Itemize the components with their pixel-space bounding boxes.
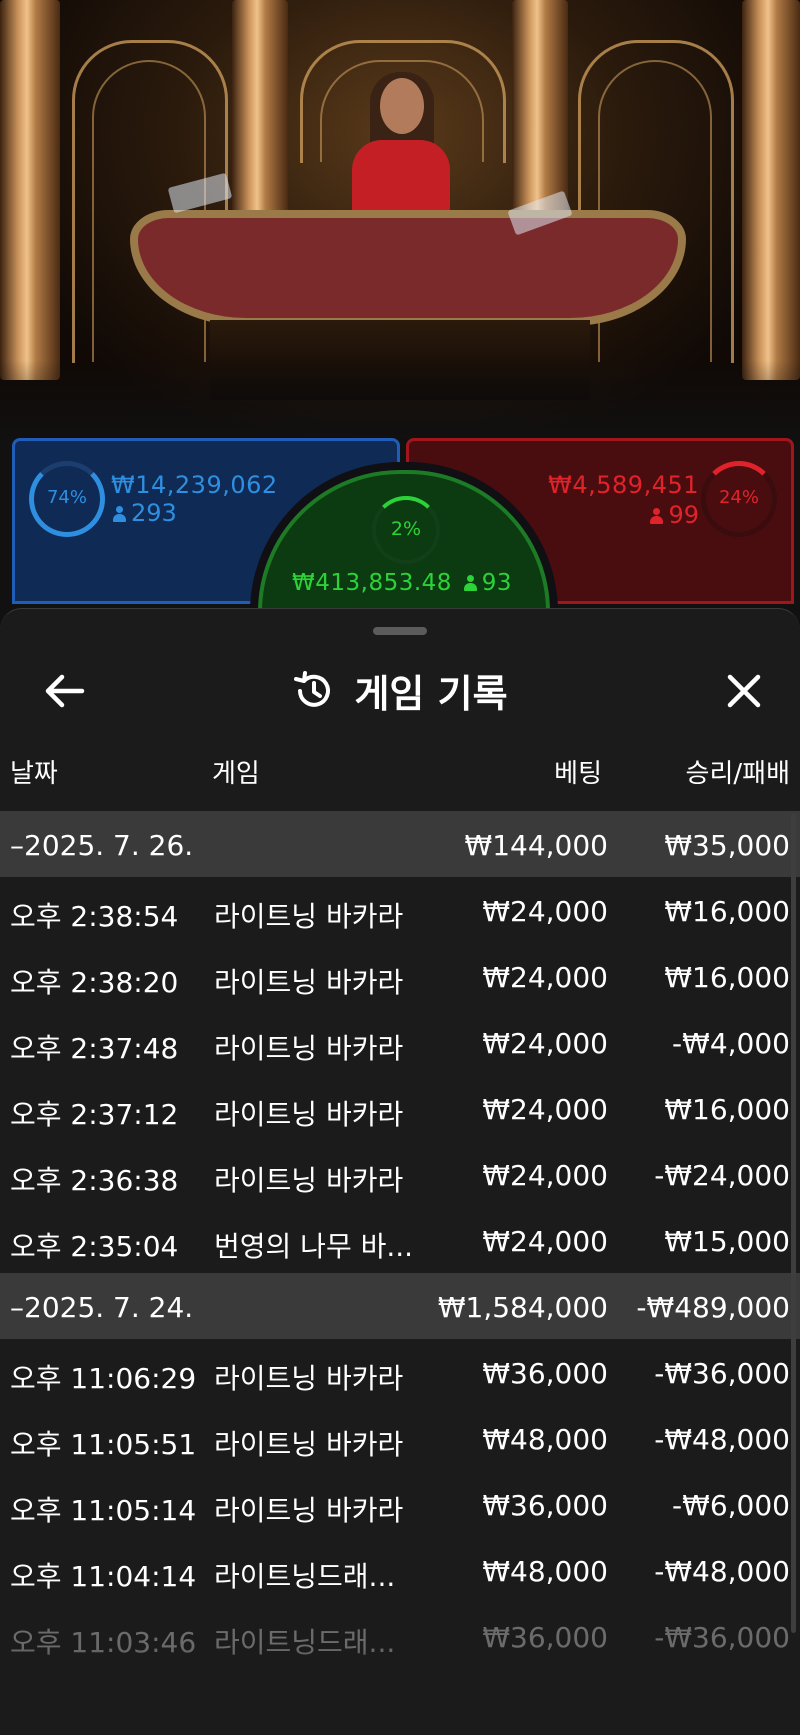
row-time: 오후 2:37:48 xyxy=(10,1032,179,1065)
row-time: 오후 2:36:38 xyxy=(10,1164,179,1197)
player-percent: 74% xyxy=(46,487,87,508)
history-row[interactable]: 오후 2:35:04 번영의 나무 바... ₩24,000 ₩15,000 xyxy=(0,1207,800,1273)
row-game: 라이트닝 바카라 xyxy=(214,1362,404,1395)
row-win-loss: -₩48,000 xyxy=(654,1423,790,1456)
row-bet: ₩24,000 xyxy=(482,961,608,994)
row-bet: ₩48,000 xyxy=(482,1423,608,1456)
history-list[interactable]: –2025. 7. 26. ₩144,000 ₩35,000 오후 2:38:5… xyxy=(0,811,800,1669)
row-time: 오후 11:05:51 xyxy=(10,1428,197,1461)
group-bet-total: ₩1,584,000 xyxy=(437,1291,608,1324)
row-win-loss: ₩16,000 xyxy=(664,1093,790,1126)
group-win-loss-total: ₩35,000 xyxy=(664,829,790,862)
row-game: 라이트닝 바카라 xyxy=(214,900,404,933)
player-bet-amount: ₩14,239,062 xyxy=(111,471,278,499)
row-bet: ₩36,000 xyxy=(482,1489,608,1522)
player-count: 293 xyxy=(113,499,177,527)
history-row[interactable]: 오후 11:04:14 라이트닝드래... ₩48,000 -₩48,000 xyxy=(0,1537,800,1603)
row-time: 오후 2:35:04 xyxy=(10,1230,179,1263)
banker-percent-ring: 24% xyxy=(701,461,777,537)
history-row[interactable]: 오후 2:37:48 라이트닝 바카라 ₩24,000 -₩4,000 xyxy=(0,1009,800,1075)
history-row[interactable]: 오후 2:36:38 라이트닝 바카라 ₩24,000 -₩24,000 xyxy=(0,1141,800,1207)
person-icon xyxy=(650,508,664,524)
banker-percent: 24% xyxy=(718,487,759,508)
history-icon xyxy=(294,671,331,707)
date-group-header[interactable]: –2025. 7. 26. ₩144,000 ₩35,000 xyxy=(0,811,800,877)
date-group-header[interactable]: –2025. 7. 24. ₩1,584,000 -₩489,000 xyxy=(0,1273,800,1339)
column-bet: 베팅 xyxy=(554,759,602,789)
scrollbar[interactable] xyxy=(791,813,796,1633)
row-game: 라이트닝 바카라 xyxy=(214,1428,404,1461)
row-bet: ₩24,000 xyxy=(482,1159,608,1192)
row-game: 라이트닝 바카라 xyxy=(214,1494,404,1527)
row-win-loss: -₩48,000 xyxy=(654,1555,790,1588)
row-win-loss: -₩24,000 xyxy=(654,1159,790,1192)
column-headers: 날짜 게임 베팅 승리/패배 xyxy=(0,753,800,793)
row-time: 오후 11:05:14 xyxy=(10,1494,197,1527)
history-row[interactable]: 오후 2:37:12 라이트닝 바카라 ₩24,000 ₩16,000 xyxy=(0,1075,800,1141)
group-date: –2025. 7. 26. xyxy=(10,829,194,862)
row-time: 오후 2:37:12 xyxy=(10,1098,179,1131)
history-row[interactable]: 오후 11:05:14 라이트닝 바카라 ₩36,000 -₩6,000 xyxy=(0,1471,800,1537)
person-icon xyxy=(113,506,126,522)
row-win-loss: -₩4,000 xyxy=(672,1027,790,1060)
tie-percent: 2% xyxy=(390,518,422,540)
row-win-loss: ₩15,000 xyxy=(664,1225,790,1258)
banker-bet-amount: ₩4,589,451 xyxy=(548,471,699,499)
column-win-loss: 승리/패배 xyxy=(685,759,790,789)
row-bet: ₩24,000 xyxy=(482,895,608,928)
person-icon xyxy=(463,575,477,591)
banker-count: 99 xyxy=(650,501,699,529)
baccarat-table xyxy=(130,210,686,326)
history-row[interactable]: 오후 2:38:54 라이트닝 바카라 ₩24,000 ₩16,000 xyxy=(0,877,800,943)
row-game: 라이트닝 바카라 xyxy=(214,1164,404,1197)
drag-handle[interactable] xyxy=(373,627,427,635)
row-bet: ₩24,000 xyxy=(482,1027,608,1060)
history-row[interactable]: 오후 2:38:20 라이트닝 바카라 ₩24,000 ₩16,000 xyxy=(0,943,800,1009)
player-percent-ring: 74% xyxy=(29,461,105,537)
row-bet: ₩36,000 xyxy=(482,1357,608,1390)
column-game: 게임 xyxy=(212,759,260,789)
row-game: 라이트닝드래... xyxy=(214,1560,396,1593)
game-history-sheet: 게임 기록 날짜 게임 베팅 승리/패배 –2025. 7. 26. ₩144,… xyxy=(0,608,800,1735)
row-win-loss: -₩36,000 xyxy=(654,1357,790,1390)
row-time: 오후 11:06:29 xyxy=(10,1362,197,1395)
row-win-loss: ₩16,000 xyxy=(664,961,790,994)
row-bet: ₩24,000 xyxy=(482,1225,608,1258)
row-game: 라이트닝 바카라 xyxy=(214,966,404,999)
row-bet: ₩48,000 xyxy=(482,1555,608,1588)
sheet-header: 게임 기록 xyxy=(0,649,800,729)
sheet-title: 게임 기록 xyxy=(0,663,800,718)
bottom-fade xyxy=(0,1645,800,1735)
close-button[interactable] xyxy=(718,665,770,717)
tie-percent-ring: 2% xyxy=(372,496,440,564)
tie-bet-amount: ₩413,853.48 93 xyxy=(292,570,513,596)
history-row[interactable]: 오후 11:06:29 라이트닝 바카라 ₩36,000 -₩36,000 xyxy=(0,1339,800,1405)
row-game: 라이트닝 바카라 xyxy=(214,1032,404,1065)
row-game: 라이트닝 바카라 xyxy=(214,1098,404,1131)
row-win-loss: ₩16,000 xyxy=(664,895,790,928)
row-time: 오후 2:38:54 xyxy=(10,900,179,933)
group-date: –2025. 7. 24. xyxy=(10,1291,194,1324)
row-bet: ₩24,000 xyxy=(482,1093,608,1126)
close-icon xyxy=(727,674,761,708)
row-game: 번영의 나무 바... xyxy=(214,1230,414,1263)
row-win-loss: -₩6,000 xyxy=(672,1489,790,1522)
row-time: 오후 2:38:20 xyxy=(10,966,179,999)
history-row[interactable]: 오후 11:05:51 라이트닝 바카라 ₩48,000 -₩48,000 xyxy=(0,1405,800,1471)
live-video-stream xyxy=(0,0,800,440)
group-bet-total: ₩144,000 xyxy=(464,829,608,862)
group-win-loss-total: -₩489,000 xyxy=(636,1291,790,1324)
column-date: 날짜 xyxy=(10,759,58,789)
row-time: 오후 11:04:14 xyxy=(10,1560,197,1593)
